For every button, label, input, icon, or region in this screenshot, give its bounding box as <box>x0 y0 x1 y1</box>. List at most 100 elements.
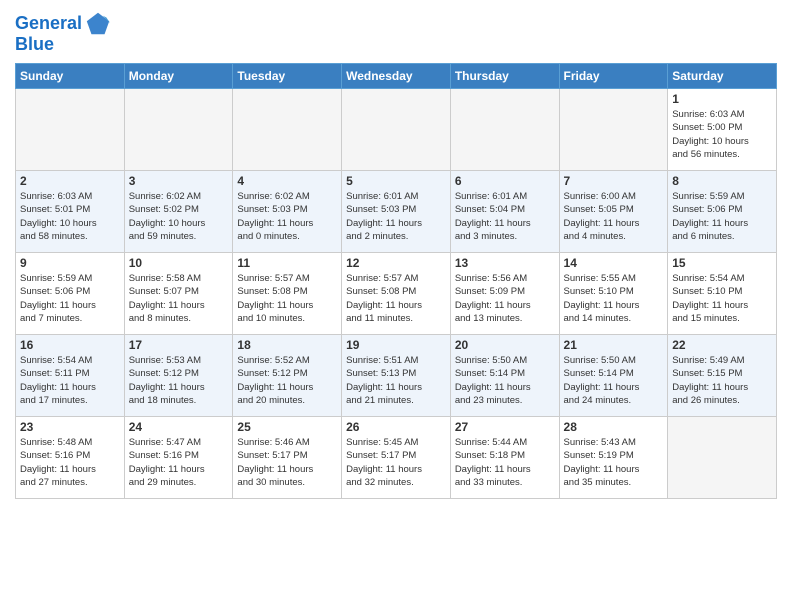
calendar-cell: 23 Sunrise: 5:48 AM Sunset: 5:16 PM Dayli… <box>16 417 125 499</box>
page: General Blue SundayMondayTuesdayWednesda… <box>0 0 792 612</box>
day-number: 23 <box>20 420 120 434</box>
calendar-cell <box>450 89 559 171</box>
calendar-week-row: 2 Sunrise: 6:03 AM Sunset: 5:01 PM Daylig… <box>16 171 777 253</box>
day-number: 8 <box>672 174 772 188</box>
day-number: 18 <box>237 338 337 352</box>
calendar-cell: 28 Sunrise: 5:43 AM Sunset: 5:19 PM Dayli… <box>559 417 668 499</box>
day-info: Sunrise: 5:59 AM Sunset: 5:06 PM Dayligh… <box>20 272 120 325</box>
day-number: 19 <box>346 338 446 352</box>
calendar-cell: 25 Sunrise: 5:46 AM Sunset: 5:17 PM Dayli… <box>233 417 342 499</box>
day-info: Sunrise: 5:54 AM Sunset: 5:10 PM Dayligh… <box>672 272 772 325</box>
day-number: 27 <box>455 420 555 434</box>
day-info: Sunrise: 5:47 AM Sunset: 5:16 PM Dayligh… <box>129 436 229 489</box>
calendar-cell: 21 Sunrise: 5:50 AM Sunset: 5:14 PM Dayli… <box>559 335 668 417</box>
day-info: Sunrise: 5:46 AM Sunset: 5:17 PM Dayligh… <box>237 436 337 489</box>
calendar-cell: 7 Sunrise: 6:00 AM Sunset: 5:05 PM Daylig… <box>559 171 668 253</box>
day-info: Sunrise: 5:48 AM Sunset: 5:16 PM Dayligh… <box>20 436 120 489</box>
day-number: 20 <box>455 338 555 352</box>
day-info: Sunrise: 6:03 AM Sunset: 5:01 PM Dayligh… <box>20 190 120 243</box>
day-number: 17 <box>129 338 229 352</box>
day-info: Sunrise: 6:03 AM Sunset: 5:00 PM Dayligh… <box>672 108 772 161</box>
day-info: Sunrise: 6:01 AM Sunset: 5:03 PM Dayligh… <box>346 190 446 243</box>
day-info: Sunrise: 5:57 AM Sunset: 5:08 PM Dayligh… <box>237 272 337 325</box>
day-number: 12 <box>346 256 446 270</box>
day-info: Sunrise: 5:57 AM Sunset: 5:08 PM Dayligh… <box>346 272 446 325</box>
calendar-cell: 14 Sunrise: 5:55 AM Sunset: 5:10 PM Dayli… <box>559 253 668 335</box>
weekday-header: Friday <box>559 64 668 89</box>
calendar-cell: 2 Sunrise: 6:03 AM Sunset: 5:01 PM Daylig… <box>16 171 125 253</box>
calendar-week-row: 16 Sunrise: 5:54 AM Sunset: 5:11 PM Dayli… <box>16 335 777 417</box>
calendar: SundayMondayTuesdayWednesdayThursdayFrid… <box>15 63 777 499</box>
day-info: Sunrise: 5:50 AM Sunset: 5:14 PM Dayligh… <box>564 354 664 407</box>
weekday-header: Thursday <box>450 64 559 89</box>
weekday-header: Saturday <box>668 64 777 89</box>
calendar-cell: 22 Sunrise: 5:49 AM Sunset: 5:15 PM Dayli… <box>668 335 777 417</box>
day-info: Sunrise: 5:59 AM Sunset: 5:06 PM Dayligh… <box>672 190 772 243</box>
day-number: 26 <box>346 420 446 434</box>
day-number: 13 <box>455 256 555 270</box>
calendar-cell: 16 Sunrise: 5:54 AM Sunset: 5:11 PM Dayli… <box>16 335 125 417</box>
day-info: Sunrise: 5:58 AM Sunset: 5:07 PM Dayligh… <box>129 272 229 325</box>
calendar-cell <box>233 89 342 171</box>
day-number: 15 <box>672 256 772 270</box>
logo-text: General <box>15 14 82 34</box>
weekday-header: Monday <box>124 64 233 89</box>
day-info: Sunrise: 5:56 AM Sunset: 5:09 PM Dayligh… <box>455 272 555 325</box>
day-number: 2 <box>20 174 120 188</box>
day-number: 25 <box>237 420 337 434</box>
header: General Blue <box>15 10 777 55</box>
day-number: 24 <box>129 420 229 434</box>
calendar-cell: 3Sunrise: 6:02 AM Sunset: 5:02 PM Daylig… <box>124 171 233 253</box>
logo: General Blue <box>15 10 112 55</box>
calendar-cell: 26 Sunrise: 5:45 AM Sunset: 5:17 PM Dayli… <box>342 417 451 499</box>
calendar-cell: 11Sunrise: 5:57 AM Sunset: 5:08 PM Dayli… <box>233 253 342 335</box>
calendar-cell: 27Sunrise: 5:44 AM Sunset: 5:18 PM Dayli… <box>450 417 559 499</box>
calendar-cell <box>668 417 777 499</box>
day-info: Sunrise: 6:01 AM Sunset: 5:04 PM Dayligh… <box>455 190 555 243</box>
day-number: 1 <box>672 92 772 106</box>
day-number: 28 <box>564 420 664 434</box>
day-info: Sunrise: 5:51 AM Sunset: 5:13 PM Dayligh… <box>346 354 446 407</box>
day-info: Sunrise: 5:53 AM Sunset: 5:12 PM Dayligh… <box>129 354 229 407</box>
calendar-cell <box>124 89 233 171</box>
day-number: 9 <box>20 256 120 270</box>
calendar-cell: 17 Sunrise: 5:53 AM Sunset: 5:12 PM Dayli… <box>124 335 233 417</box>
day-info: Sunrise: 6:02 AM Sunset: 5:03 PM Dayligh… <box>237 190 337 243</box>
logo-icon <box>84 10 112 38</box>
calendar-cell <box>16 89 125 171</box>
day-info: Sunrise: 5:55 AM Sunset: 5:10 PM Dayligh… <box>564 272 664 325</box>
day-number: 22 <box>672 338 772 352</box>
day-info: Sunrise: 5:45 AM Sunset: 5:17 PM Dayligh… <box>346 436 446 489</box>
day-info: Sunrise: 5:49 AM Sunset: 5:15 PM Dayligh… <box>672 354 772 407</box>
calendar-cell: 12 Sunrise: 5:57 AM Sunset: 5:08 PM Dayli… <box>342 253 451 335</box>
day-info: Sunrise: 5:50 AM Sunset: 5:14 PM Dayligh… <box>455 354 555 407</box>
day-info: Sunrise: 6:02 AM Sunset: 5:02 PM Dayligh… <box>129 190 229 243</box>
weekday-header: Tuesday <box>233 64 342 89</box>
day-number: 5 <box>346 174 446 188</box>
calendar-cell: 10 Sunrise: 5:58 AM Sunset: 5:07 PM Dayli… <box>124 253 233 335</box>
day-number: 4 <box>237 174 337 188</box>
calendar-cell <box>559 89 668 171</box>
day-info: Sunrise: 5:54 AM Sunset: 5:11 PM Dayligh… <box>20 354 120 407</box>
calendar-week-row: 1 Sunrise: 6:03 AM Sunset: 5:00 PM Daylig… <box>16 89 777 171</box>
day-info: Sunrise: 5:52 AM Sunset: 5:12 PM Dayligh… <box>237 354 337 407</box>
calendar-week-row: 23 Sunrise: 5:48 AM Sunset: 5:16 PM Dayli… <box>16 417 777 499</box>
calendar-cell: 4 Sunrise: 6:02 AM Sunset: 5:03 PM Daylig… <box>233 171 342 253</box>
day-number: 16 <box>20 338 120 352</box>
calendar-cell: 5 Sunrise: 6:01 AM Sunset: 5:03 PM Daylig… <box>342 171 451 253</box>
day-number: 7 <box>564 174 664 188</box>
day-info: Sunrise: 5:43 AM Sunset: 5:19 PM Dayligh… <box>564 436 664 489</box>
calendar-cell: 8 Sunrise: 5:59 AM Sunset: 5:06 PM Daylig… <box>668 171 777 253</box>
calendar-cell: 6Sunrise: 6:01 AM Sunset: 5:04 PM Daylig… <box>450 171 559 253</box>
day-number: 21 <box>564 338 664 352</box>
calendar-cell: 13 Sunrise: 5:56 AM Sunset: 5:09 PM Dayli… <box>450 253 559 335</box>
calendar-cell <box>342 89 451 171</box>
day-number: 14 <box>564 256 664 270</box>
calendar-cell: 19 Sunrise: 5:51 AM Sunset: 5:13 PM Dayli… <box>342 335 451 417</box>
day-info: Sunrise: 6:00 AM Sunset: 5:05 PM Dayligh… <box>564 190 664 243</box>
day-number: 10 <box>129 256 229 270</box>
calendar-cell: 1 Sunrise: 6:03 AM Sunset: 5:00 PM Daylig… <box>668 89 777 171</box>
weekday-header: Sunday <box>16 64 125 89</box>
weekday-header: Wednesday <box>342 64 451 89</box>
calendar-cell: 18 Sunrise: 5:52 AM Sunset: 5:12 PM Dayli… <box>233 335 342 417</box>
